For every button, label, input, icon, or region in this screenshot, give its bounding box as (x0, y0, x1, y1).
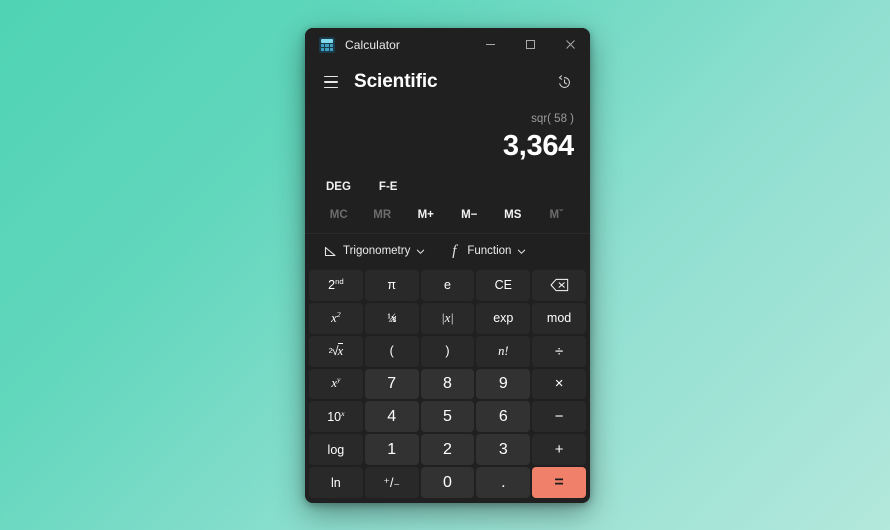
minimize-icon[interactable] (470, 28, 510, 61)
memory-store-button[interactable]: MS (491, 204, 535, 226)
log-button[interactable]: log (309, 434, 363, 466)
app-header: Scientific (305, 61, 590, 103)
power-button[interactable]: xy (309, 368, 363, 400)
digit-5-button[interactable]: 5 (420, 401, 475, 433)
absolute-value-button[interactable]: |x| (420, 302, 475, 334)
memory-row: MC MR M+ M− MS Mˇ (305, 201, 590, 229)
factorial-button[interactable]: n! (476, 335, 531, 367)
result-value[interactable]: 3,364 (321, 127, 574, 165)
square-root-button[interactable]: 2 √ x (309, 335, 363, 367)
digit-7-button[interactable]: 7 (364, 368, 419, 400)
exponent-button[interactable]: exp (476, 302, 531, 334)
function-dropdown[interactable]: f Function (441, 239, 532, 264)
digit-8-button[interactable]: 8 (420, 368, 475, 400)
history-clock-icon[interactable] (548, 66, 580, 98)
memory-subtract-button[interactable]: M− (448, 204, 492, 226)
digit-0-button[interactable]: 0 (420, 467, 475, 498)
keypad-grid: 2nd π e CE x2 ⅓x |x| exp mod 2 √ x ( ) n! … (305, 268, 590, 503)
divide-button[interactable]: ÷ (532, 335, 586, 367)
second-function-button[interactable]: 2nd (309, 270, 363, 301)
euler-button[interactable]: e (420, 270, 475, 301)
multiply-button[interactable]: × (532, 368, 586, 400)
angle-triangle-icon (323, 246, 337, 257)
close-paren-button[interactable]: ) (420, 335, 475, 367)
window-title: Calculator (345, 37, 401, 52)
window-titlebar[interactable]: Calculator (305, 28, 590, 61)
modulo-button[interactable]: mod (532, 302, 586, 334)
reciprocal-button[interactable]: ⅓x (364, 302, 419, 334)
desktop-background: Calculator Scientific sqr(58) 3,364 DE… (0, 0, 890, 530)
memory-recall-button[interactable]: MR (361, 204, 405, 226)
window-controls (470, 28, 590, 61)
trigonometry-dropdown[interactable]: Trigonometry (317, 241, 431, 261)
function-f-icon: f (452, 242, 457, 259)
natural-log-button[interactable]: ln (309, 467, 363, 498)
digit-9-button[interactable]: 9 (476, 368, 531, 400)
digit-1-button[interactable]: 1 (364, 434, 419, 466)
add-button[interactable]: + (532, 434, 586, 466)
maximize-icon[interactable] (510, 28, 550, 61)
function-label: Function (467, 245, 512, 257)
square-button[interactable]: x2 (309, 302, 363, 334)
decimal-point-button[interactable]: . (476, 467, 531, 498)
open-paren-button[interactable]: ( (364, 335, 419, 367)
clear-entry-button[interactable]: CE (476, 270, 531, 301)
digit-4-button[interactable]: 4 (364, 401, 419, 433)
digit-2-button[interactable]: 2 (420, 434, 475, 466)
memory-clear-button[interactable]: MC (317, 204, 361, 226)
calculator-display: sqr( 58 ) 3,364 (305, 103, 590, 171)
trigonometry-label: Trigonometry (343, 245, 411, 257)
digit-6-button[interactable]: 6 (476, 401, 531, 433)
function-dropdown-row: Trigonometry f Function (305, 233, 590, 268)
memory-list-button[interactable]: Mˇ (535, 204, 579, 226)
ten-power-button[interactable]: 10x (309, 401, 363, 433)
calculator-window: Calculator Scientific sqr(58) 3,364 DE… (305, 28, 590, 503)
equals-button[interactable]: = (532, 467, 586, 498)
fixed-exponent-toggle[interactable]: F-E (372, 177, 405, 197)
pi-button[interactable]: π (364, 270, 419, 301)
backspace-button[interactable] (532, 270, 586, 301)
angle-unit-toggle[interactable]: DEG (319, 177, 358, 197)
close-icon[interactable] (550, 28, 590, 61)
calculator-icon (319, 36, 335, 53)
display-toggle-row: DEG F-E (305, 171, 590, 201)
chevron-down-icon (417, 249, 425, 254)
page-title: Scientific (354, 71, 438, 92)
hamburger-menu-icon[interactable] (317, 68, 345, 96)
digit-3-button[interactable]: 3 (476, 434, 531, 466)
chevron-down-icon (518, 249, 526, 254)
sign-toggle-button[interactable]: ⁺/₋ (364, 467, 419, 498)
expression-text: sqr( 58 ) (531, 113, 574, 125)
memory-add-button[interactable]: M+ (404, 204, 448, 226)
subtract-button[interactable]: − (532, 401, 586, 433)
